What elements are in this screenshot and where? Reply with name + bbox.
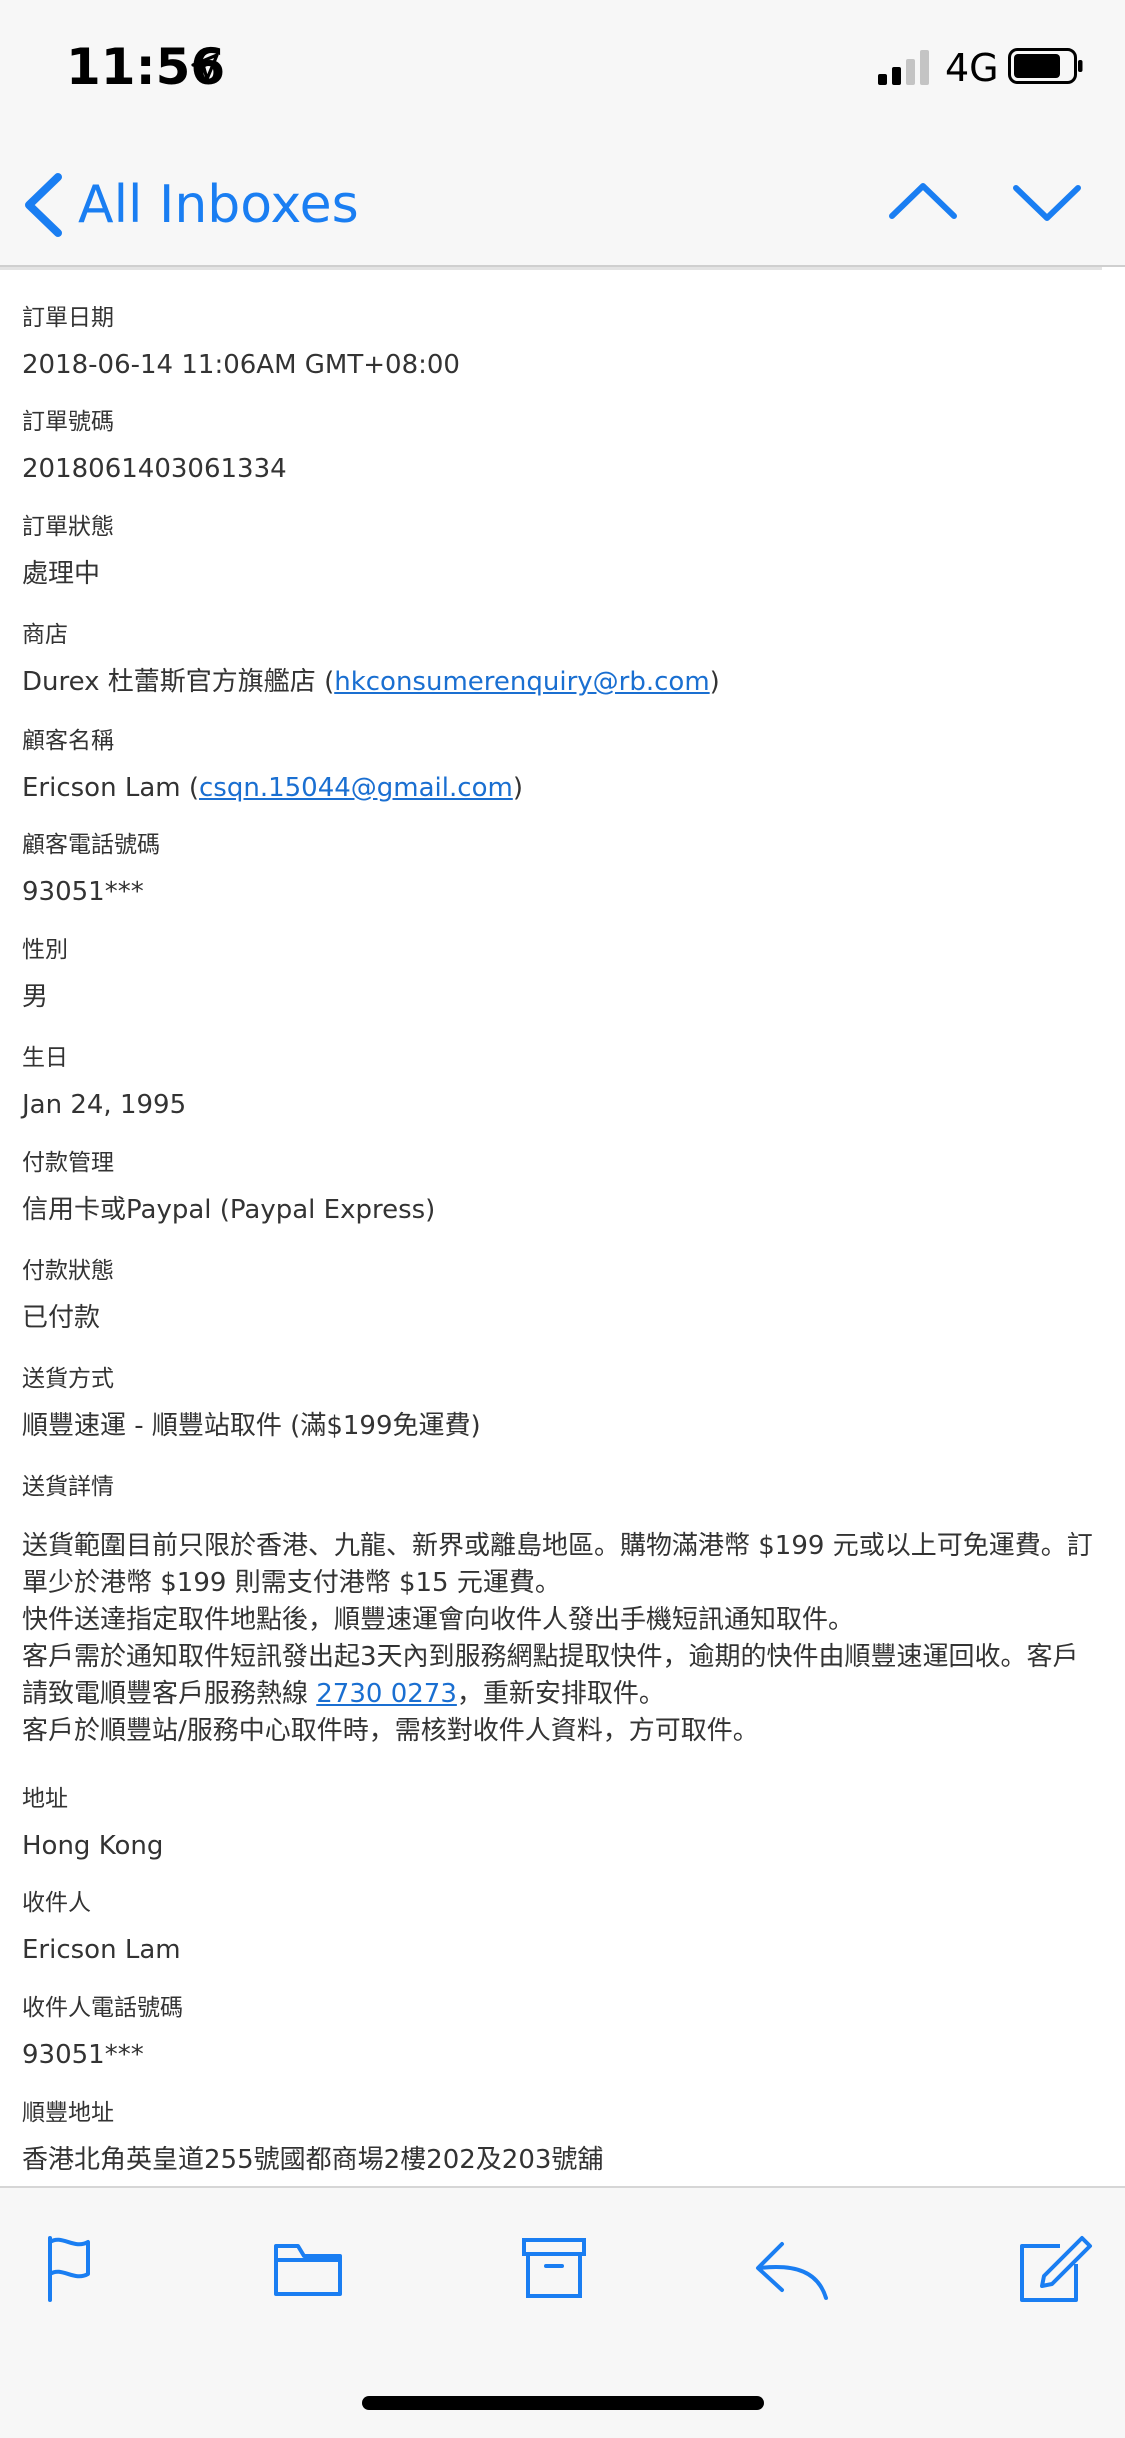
header-divider [0,267,1102,270]
customer-name: Ericson Lam ( [22,773,199,803]
field-store: 商店 Durex 杜蕾斯官方旗艦店 (hkconsumerenquiry@rb.… [0,620,1125,700]
shipping-details-label: 送貨詳情 [22,1474,114,1500]
field-recipient: 收件人 Ericson Lam [0,1888,1125,1968]
field-order-number: 訂單號碼 2018061403061334 [0,407,1125,487]
sf-address-value: 香港北角英皇道255號國都商場2樓202及203號舖 [22,2145,604,2175]
field-customer-name: 顧客名稱 Ericson Lam (csqn.15044@gmail.com) [0,726,1125,806]
address-value: Hong Kong [22,1831,164,1861]
customer-phone-label: 顧客電話號碼 [22,832,160,858]
shipping-details-line: 快件送達指定取件地點後，順豐速運會向收件人發出手機短訊通知取件。 [22,1605,855,1635]
hotline-phone-link[interactable]: 2730 0273 [316,1679,457,1709]
recipient-label: 收件人 [22,1890,91,1916]
field-payment-method: 付款管理 信用卡或Paypal (Paypal Express) [0,1148,1125,1228]
field-birthday: 生日 Jan 24, 1995 [0,1043,1125,1123]
flag-icon[interactable] [38,2234,118,2304]
shipping-method-label: 送貨方式 [22,1366,114,1392]
gender-label: 性別 [22,937,68,963]
order-date-value: 2018-06-14 11:06AM GMT+08:00 [22,350,460,380]
customer-phone-value: 93051*** [22,877,144,907]
location-arrow-icon [191,53,219,81]
shipping-details-text: 送貨範圍目前只限於香港、九龍、新界或離島地區。購物滿港幣 $199 元或以上可免… [22,1528,1103,1750]
customer-email-link[interactable]: csqn.15044@gmail.com [199,773,513,803]
address-label: 地址 [22,1786,68,1812]
order-date-label: 訂單日期 [22,305,114,331]
back-button[interactable]: All Inboxes [20,165,359,245]
store-email-link[interactable]: hkconsumerenquiry@rb.com [334,667,709,697]
payment-status-value: 已付款 [22,1303,101,1333]
field-recipient-phone: 收件人電話號碼 93051*** [0,1993,1125,2073]
shipping-details-line: 送貨範圍目前只限於香港、九龍、新界或離島地區。購物滿港幣 $199 元或以上可免… [22,1531,1093,1598]
shipping-details-line: 客戶需於通知取件短訊發出起3天內到服務網點提取快件，逾期的快件由順豐速運回收。客… [22,1639,1103,1713]
store-label: 商店 [22,622,68,648]
hotline-suffix: ，重新安排取件。 [456,1679,665,1709]
order-number-label: 訂單號碼 [22,409,114,435]
recipient-phone-value: 93051*** [22,2040,144,2070]
shipping-method-value: 順豐速運 - 順豐站取件 (滿$199免運費) [22,1411,481,1441]
archive-icon[interactable] [516,2234,596,2304]
network-type: 4G [945,46,999,90]
recipient-phone-label: 收件人電話號碼 [22,1995,183,2021]
recipient-value: Ericson Lam [22,1935,181,1965]
reply-icon[interactable] [752,2234,832,2304]
store-name: Durex 杜蕾斯官方旗艦店 ( [22,667,335,697]
field-order-date: 訂單日期 2018-06-14 11:06AM GMT+08:00 [0,303,1125,383]
chevron-left-icon [25,173,62,237]
order-status-label: 訂單狀態 [22,514,114,540]
battery-icon [1008,48,1083,84]
shipping-details-line: 客戶於順豐站/服務中心取件時，需核對收件人資料，方可取件。 [22,1716,759,1746]
birthday-value: Jan 24, 1995 [22,1090,187,1120]
payment-status-label: 付款狀態 [22,1258,114,1284]
gender-value: 男 [22,982,49,1012]
field-address: 地址 Hong Kong [0,1784,1125,1864]
store-suffix: ) [709,667,720,697]
nav-bar: All Inboxes [0,140,1125,267]
customer-name-label: 顧客名稱 [22,728,114,754]
field-customer-phone: 顧客電話號碼 93051*** [0,830,1125,910]
order-status-value: 處理中 [22,559,101,589]
status-bar: 11:56 4G [0,0,1125,140]
customer-name-value: Ericson Lam (csqn.15044@gmail.com) [22,770,1103,806]
payment-method-label: 付款管理 [22,1150,114,1176]
field-sf-address: 順豐地址 香港北角英皇道255號國都商場2樓202及203號舖 [0,2098,1125,2178]
customer-suffix: ) [512,773,523,803]
field-payment-status: 付款狀態 已付款 [0,1256,1125,1336]
birthday-label: 生日 [22,1045,68,1071]
sf-address-label: 順豐地址 [22,2100,114,2126]
store-value: Durex 杜蕾斯官方旗艦店 (hkconsumerenquiry@rb.com… [22,664,1103,700]
field-shipping-details: 送貨詳情 送貨範圍目前只限於香港、九龍、新界或離島地區。購物滿港幣 $199 元… [0,1472,1125,1750]
payment-method-value: 信用卡或Paypal (Paypal Express) [22,1195,436,1225]
email-body[interactable]: 訂單日期 2018-06-14 11:06AM GMT+08:00 訂單號碼 2… [0,272,1125,2185]
order-number-value: 2018061403061334 [22,454,287,484]
home-indicator [362,2396,764,2410]
back-label: All Inboxes [78,175,359,235]
compose-icon[interactable] [1016,2234,1096,2304]
field-shipping-method: 送貨方式 順豐速運 - 順豐站取件 (滿$199免運費) [0,1364,1125,1444]
field-order-status: 訂單狀態 處理中 [0,512,1125,592]
previous-message-button[interactable] [888,172,958,232]
signal-bars-icon [878,50,929,85]
next-message-button[interactable] [1012,172,1082,232]
field-gender: 性別 男 [0,935,1125,1015]
folder-icon[interactable] [268,2234,348,2304]
